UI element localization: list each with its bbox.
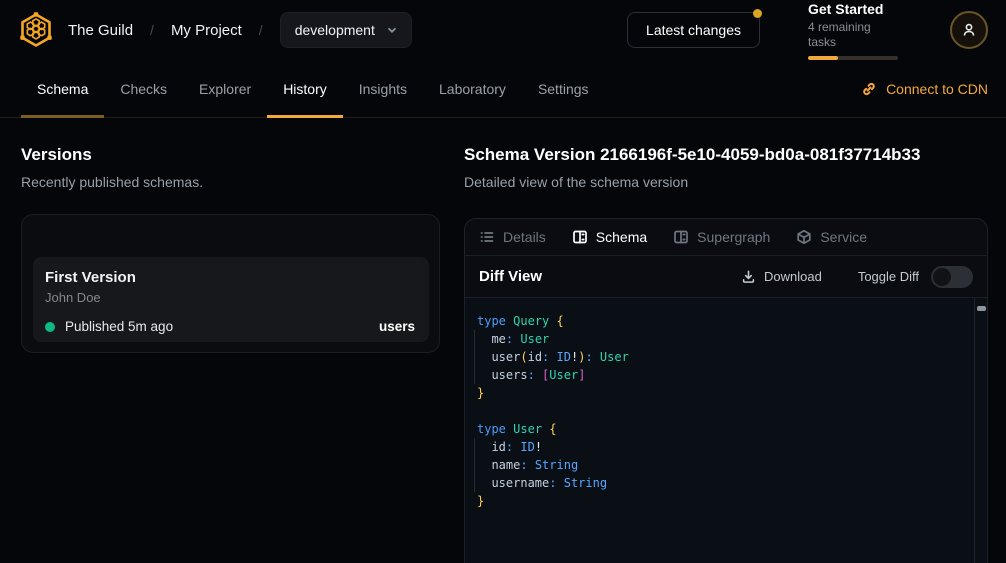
toggle-diff-switch[interactable] — [931, 266, 973, 288]
versions-subtitle: Recently published schemas. — [21, 174, 440, 191]
target-selector-value: development — [295, 22, 375, 38]
download-button[interactable]: Download — [741, 269, 822, 284]
detail-tab-details-label: Details — [503, 229, 546, 245]
download-label: Download — [764, 269, 822, 284]
version-name: First Version — [45, 269, 415, 287]
get-started-progress-bar — [808, 56, 898, 60]
content-area: Versions Recently published schemas. Fir… — [0, 118, 1006, 563]
tab-settings-label: Settings — [538, 81, 589, 97]
top-header: The Guild / My Project / development Lat… — [0, 0, 1006, 60]
breadcrumb-separator: / — [259, 22, 263, 38]
latest-changes-label: Latest changes — [646, 22, 741, 38]
list-icon — [479, 229, 495, 245]
switch-knob — [933, 268, 951, 286]
tab-underline — [104, 115, 183, 118]
cube-icon — [796, 229, 812, 245]
version-status: Published 5m ago — [65, 319, 173, 334]
tab-underline — [522, 115, 605, 118]
detail-tab-schema-label: Schema — [596, 229, 647, 245]
schema-version-panel: Details Schema Supergraph — [464, 218, 988, 563]
tab-insights[interactable]: Insights — [343, 60, 423, 117]
tab-explorer-label: Explorer — [199, 81, 251, 97]
tab-underline — [343, 115, 423, 118]
detail-tab-service-label: Service — [820, 229, 867, 245]
tab-history[interactable]: History — [267, 60, 343, 117]
get-started-title: Get Started — [808, 1, 898, 18]
published-status-dot — [45, 322, 55, 332]
tab-checks-label: Checks — [120, 81, 167, 97]
indent-guide — [474, 330, 475, 384]
tab-underline — [21, 115, 104, 118]
detail-tab-supergraph-label: Supergraph — [697, 229, 770, 245]
get-started-progress-fill — [808, 56, 838, 60]
download-icon — [741, 269, 756, 284]
chevron-down-icon — [385, 23, 399, 37]
schema-version-subtitle: Detailed view of the schema version — [464, 174, 988, 191]
versions-title: Versions — [21, 144, 440, 166]
columns-icon — [673, 229, 689, 245]
indent-guide — [474, 438, 475, 492]
tab-schema-label: Schema — [37, 81, 88, 97]
main-nav: Schema Checks Explorer History Insights … — [0, 60, 1006, 118]
diff-view-toolbar: Diff View Download Toggle Diff — [465, 256, 987, 298]
version-list-item[interactable]: First Version John Doe Published 5m ago … — [33, 257, 429, 342]
get-started-widget[interactable]: Get Started 4 remaining tasks — [808, 1, 898, 60]
tab-history-label: History — [283, 81, 327, 97]
tab-laboratory-label: Laboratory — [439, 81, 506, 97]
link-icon — [861, 81, 877, 97]
schema-code-viewer: type Query { me: User user(id: ID!): Use… — [465, 298, 987, 563]
tab-underline — [423, 115, 522, 118]
user-icon — [961, 22, 977, 38]
breadcrumb-separator: / — [150, 22, 154, 38]
version-author: John Doe — [45, 290, 415, 306]
breadcrumb-org[interactable]: The Guild — [68, 22, 133, 39]
schema-version-title: Schema Version 2166196f-5e10-4059-bd0a-0… — [464, 144, 988, 166]
code-scrollbar-thumb[interactable] — [977, 306, 986, 311]
detail-tab-service[interactable]: Service — [796, 229, 867, 245]
tab-laboratory[interactable]: Laboratory — [423, 60, 522, 117]
detail-tabs: Details Schema Supergraph — [465, 219, 987, 256]
target-selector-dropdown[interactable]: development — [280, 12, 412, 48]
tab-checks[interactable]: Checks — [104, 60, 183, 117]
breadcrumb: The Guild / My Project / development — [68, 12, 412, 48]
versions-list-container: First Version John Doe Published 5m ago … — [21, 214, 440, 353]
detail-tab-schema[interactable]: Schema — [572, 229, 647, 245]
detail-tab-details[interactable]: Details — [479, 229, 546, 245]
tab-schema[interactable]: Schema — [21, 60, 104, 117]
diff-view-title: Diff View — [479, 268, 542, 285]
connect-to-cdn-link[interactable]: Connect to CDN — [861, 60, 988, 117]
version-service-badge: users — [379, 319, 415, 334]
tab-settings[interactable]: Settings — [522, 60, 605, 117]
connect-to-cdn-label: Connect to CDN — [886, 81, 988, 97]
version-detail-column: Schema Version 2166196f-5e10-4059-bd0a-0… — [464, 118, 1006, 563]
tab-underline — [183, 115, 267, 118]
tab-explorer[interactable]: Explorer — [183, 60, 267, 117]
columns-icon — [572, 229, 588, 245]
tab-insights-label: Insights — [359, 81, 407, 97]
code-block: type Query { me: User user(id: ID!): Use… — [477, 312, 967, 510]
get-started-subtitle: 4 remaining tasks — [808, 20, 898, 50]
toggle-diff-label: Toggle Diff — [858, 269, 919, 284]
latest-changes-button[interactable]: Latest changes — [627, 12, 760, 48]
code-scrollbar — [974, 298, 987, 563]
hive-logo-icon[interactable] — [16, 10, 56, 50]
breadcrumb-project[interactable]: My Project — [171, 22, 242, 39]
versions-column: Versions Recently published schemas. Fir… — [0, 118, 464, 563]
user-avatar-button[interactable] — [950, 11, 988, 49]
detail-tab-supergraph[interactable]: Supergraph — [673, 229, 770, 245]
notification-dot — [753, 9, 762, 18]
tab-underline — [267, 115, 343, 118]
